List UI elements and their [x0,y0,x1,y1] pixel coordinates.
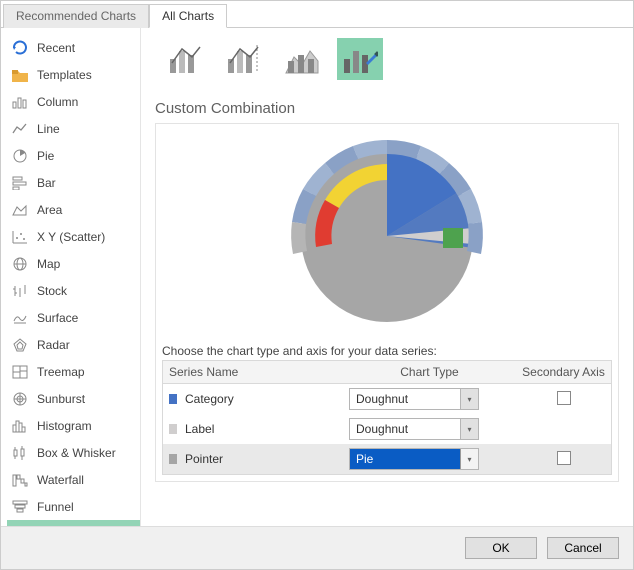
sidebar-item-line[interactable]: Line [7,115,140,142]
sidebar-item-label: Templates [37,68,92,82]
chart-type-dropdown-label[interactable]: Doughnut▾ [349,418,479,440]
sidebar-item-column[interactable]: Column [7,88,140,115]
sidebar-item-funnel[interactable]: Funnel [7,493,140,520]
sidebar-item-label: Funnel [37,500,74,514]
line-icon [11,120,29,138]
series-row-label: Label Doughnut▾ [163,414,611,444]
sidebar-item-area[interactable]: Area [7,196,140,223]
sidebar-item-waterfall[interactable]: Waterfall [7,466,140,493]
sidebar-item-label: Box & Whisker [37,446,116,460]
sidebar-item-surface[interactable]: Surface [7,304,140,331]
sidebar-item-templates[interactable]: Templates [7,61,140,88]
sidebar-item-label: Surface [37,311,78,325]
series-swatch [169,454,177,464]
secondary-axis-checkbox-pointer[interactable] [557,451,571,465]
funnel-icon [11,498,29,516]
subtype-title: Custom Combination [155,100,619,117]
bar-icon [11,174,29,192]
series-row-pointer: Pointer Pie▾ [163,444,611,474]
chart-preview [155,123,619,338]
ok-button[interactable]: OK [465,537,537,559]
sidebar-item-label: Area [37,203,62,217]
combo-subtype-3[interactable] [279,38,325,80]
sidebar-item-label: Waterfall [37,473,84,487]
dialog-footer: OK Cancel [1,526,633,569]
chart-type-dropdown-pointer[interactable]: Pie▾ [349,448,479,470]
tab-recommended[interactable]: Recommended Charts [3,4,149,28]
series-name: Pointer [185,452,223,466]
choose-series-label: Choose the chart type and axis for your … [162,344,612,358]
sidebar-item-map[interactable]: Map [7,250,140,277]
series-name: Label [185,422,214,436]
insert-chart-dialog: Recommended Charts All Charts Recent Tem… [0,0,634,570]
series-row-category: Category Doughnut▾ [163,384,611,414]
combo-subtype-1[interactable] [163,38,209,80]
main-panel: Custom Combination [141,28,633,526]
chart-type-dropdown-category[interactable]: Doughnut▾ [349,388,479,410]
treemap-icon [11,363,29,381]
header-chart-type: Chart Type [343,361,516,383]
chevron-down-icon: ▾ [460,419,478,439]
sidebar-item-label: Column [37,95,78,109]
header-secondary-axis: Secondary Axis [516,361,611,383]
series-table: Series Name Chart Type Secondary Axis Ca… [162,360,612,475]
radar-icon [11,336,29,354]
templates-icon [11,66,29,84]
tab-all-charts[interactable]: All Charts [149,4,227,28]
surface-icon [11,309,29,327]
sunburst-icon [11,390,29,408]
sidebar-item-stock[interactable]: Stock [7,277,140,304]
combo-subtype-row [163,38,619,80]
chart-type-sidebar: Recent Templates Column Line Pie Bar [1,28,141,526]
sidebar-item-scatter[interactable]: X Y (Scatter) [7,223,140,250]
pie-icon [11,147,29,165]
chevron-down-icon: ▾ [460,389,478,409]
sidebar-item-label: Line [37,122,60,136]
stock-icon [11,282,29,300]
cancel-button[interactable]: Cancel [547,537,619,559]
scatter-icon [11,228,29,246]
sidebar-item-recent[interactable]: Recent [7,34,140,61]
sidebar-item-label: Map [37,257,60,271]
sidebar-item-label: Histogram [37,419,92,433]
sidebar-item-bar[interactable]: Bar [7,169,140,196]
sidebar-item-label: Pie [37,149,54,163]
combo-subtype-2[interactable] [221,38,267,80]
histogram-icon [11,417,29,435]
sidebar-item-label: Stock [37,284,67,298]
sidebar-item-treemap[interactable]: Treemap [7,358,140,385]
area-icon [11,201,29,219]
sidebar-item-label: Radar [37,338,70,352]
sidebar-item-label: Treemap [37,365,85,379]
sidebar-item-label: X Y (Scatter) [37,230,105,244]
column-icon [11,93,29,111]
series-name: Category [185,392,234,406]
sidebar-item-pie[interactable]: Pie [7,142,140,169]
combo-subtype-custom[interactable] [337,38,383,80]
sidebar-item-label: Bar [37,176,56,190]
box-whisker-icon [11,444,29,462]
sidebar-item-sunburst[interactable]: Sunburst [7,385,140,412]
tab-strip: Recommended Charts All Charts [1,1,633,28]
sidebar-item-label: Recent [37,41,75,55]
sidebar-item-box-whisker[interactable]: Box & Whisker [7,439,140,466]
series-swatch [169,424,177,434]
secondary-axis-checkbox-category[interactable] [557,391,571,405]
sidebar-item-label: Sunburst [37,392,85,406]
waterfall-icon [11,471,29,489]
map-icon [11,255,29,273]
chevron-down-icon: ▾ [460,449,478,469]
sidebar-item-radar[interactable]: Radar [7,331,140,358]
series-swatch [169,394,177,404]
header-series-name: Series Name [163,361,343,383]
sidebar-item-histogram[interactable]: Histogram [7,412,140,439]
recent-icon [11,39,29,57]
